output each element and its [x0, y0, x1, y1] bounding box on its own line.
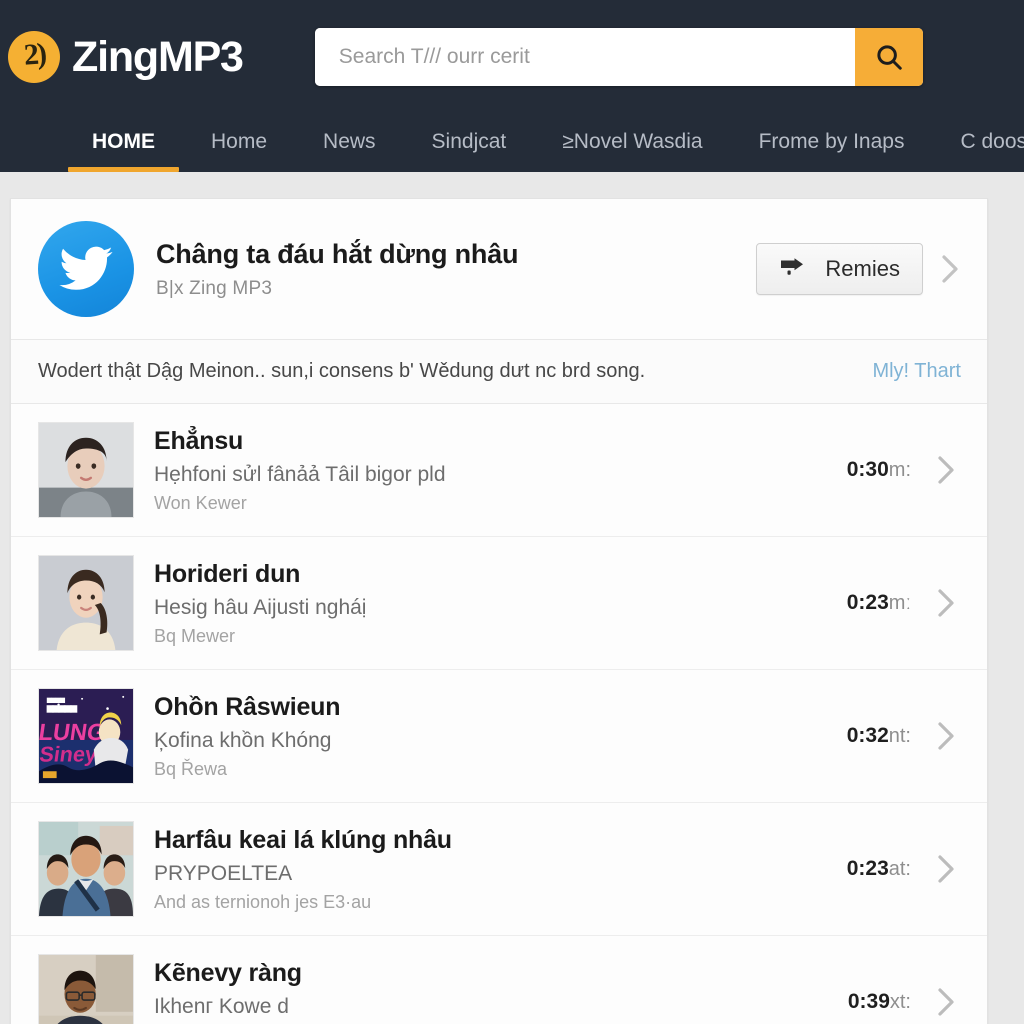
chevron-right-icon[interactable]	[933, 982, 959, 1022]
table-row[interactable]: Horideri dun Hesig hâu Aijusti ngháị Bq …	[11, 537, 987, 670]
nav-item-sindjcat[interactable]: Sindjcat	[404, 131, 535, 172]
track-thumbnail-photo-group	[38, 821, 134, 917]
table-row[interactable]: Harfâu keai lá klúng nhâu PRYPOELTEA And…	[11, 803, 987, 936]
chevron-right-icon[interactable]	[937, 249, 963, 289]
track-right: 0:23at:	[847, 849, 963, 889]
track-thumbnail-photo-woman-gray	[38, 422, 134, 518]
track-right: 0:23mː	[847, 583, 963, 623]
nav-item-frome-by-inaps[interactable]: Frome by Inaps	[731, 131, 933, 172]
track-title: Horideri dun	[154, 559, 301, 588]
table-row[interactable]: Kẽnevy ràng Ikhenг Kowe d Tésav Zţnemori…	[11, 936, 987, 1024]
site-header: 2) ZingMP3 HOME Home News Sindjcat ≥Nove…	[0, 0, 1024, 172]
main-navigation: HOME Home News Sindjcat ≥Novel Wasdia Fr…	[0, 114, 1024, 172]
track-text: Horideri dun Hesig hâu Aijusti ngháị Bq …	[154, 559, 827, 648]
track-duration-unit: xt:	[889, 991, 911, 1013]
table-row[interactable]: ▆▆▆▆ ▆▆▆▆▆ LUNG Siney Ohồn Râswieun Ķofi…	[11, 670, 987, 803]
brand-logo-glyph: 2)	[22, 37, 46, 72]
track-duration-unit: m:	[888, 459, 911, 481]
brand-name: ZingMP3	[72, 32, 244, 81]
table-row[interactable]: Ehẳnsu Hẹhfoni sửl fânảả Tâil bigor pld …	[11, 404, 987, 537]
nav-item-c-doos[interactable]: C doos	[932, 131, 1024, 172]
track-title: Harfâu keai lá klúng nhâu	[154, 825, 452, 854]
track-duration: 0:23at:	[846, 857, 911, 880]
nav-item-home-active[interactable]: HOME	[64, 131, 183, 172]
track-meta: Bq Řewa	[154, 758, 228, 779]
track-meta: And as ternionoh jes E3·au	[154, 891, 372, 912]
track-subtitle: Hesig hâu Aijusti ngháị	[154, 595, 367, 619]
track-duration: 0:39xt:	[847, 990, 911, 1013]
track-duration-unit: mː	[888, 592, 911, 614]
track-title: Ehẳnsu	[154, 426, 244, 455]
track-duration: 0:23mː	[846, 591, 911, 614]
track-text: Ehẳnsu Hẹhfoni sửl fânảả Tâil bigor pld …	[154, 426, 827, 515]
description-link[interactable]: Mly! Thart	[872, 360, 963, 383]
card-header: Châng ta đáu hắt dừng nhâu B|x Zing MP3 …	[11, 199, 987, 339]
track-right: 0:32nt:	[847, 716, 963, 756]
share-arrow-icon	[779, 257, 807, 281]
card-header-actions: Remies	[756, 243, 963, 295]
track-subtitle: Ikhenг Kowe d	[154, 994, 289, 1018]
chevron-right-icon[interactable]	[933, 583, 959, 623]
content-card: Châng ta đáu hắt dừng nhâu B|x Zing MP3 …	[10, 198, 988, 1024]
brand[interactable]: 2) ZingMP3	[8, 31, 244, 83]
chevron-right-icon[interactable]	[933, 716, 959, 756]
track-text: Kẽnevy ràng Ikhenг Kowe d Tésav Zţnemori…	[154, 958, 828, 1024]
track-meta: Bq Mewer	[154, 625, 236, 646]
nav-item-home[interactable]: Home	[183, 131, 295, 172]
search-button[interactable]	[854, 28, 923, 86]
track-right: 0:39xt:	[848, 982, 963, 1022]
track-subtitle: Hẹhfoni sửl fânảả Tâil bigor pld	[154, 462, 446, 486]
page-body: Châng ta đáu hắt dừng nhâu B|x Zing MP3 …	[0, 172, 1024, 1024]
track-meta: Won Kewer	[154, 492, 247, 513]
remies-button-label: Remies	[825, 256, 900, 281]
track-duration-unit: at:	[888, 858, 911, 880]
track-thumbnail-album-cover-neon: ▆▆▆▆ ▆▆▆▆▆ LUNG Siney	[38, 688, 134, 784]
remies-button[interactable]: Remies	[756, 243, 923, 295]
track-subtitle: Ķofina khồn Khóng	[154, 728, 332, 752]
page-subtitle: B|x Zing MP3	[156, 278, 273, 300]
card-header-text: Châng ta đáu hắt dừng nhâu B|x Zing MP3	[156, 238, 734, 301]
description-text: Wodert thật Dậg Meinon.. sun,i consens b…	[38, 360, 646, 382]
header-top-bar: 2) ZingMP3	[0, 0, 1024, 114]
track-text: Harfâu keai lá klúng nhâu PRYPOELTEA And…	[154, 825, 827, 914]
track-duration-unit: nt:	[888, 725, 911, 747]
track-thumbnail-photo-man	[38, 954, 134, 1024]
twitter-bird-icon	[38, 221, 134, 317]
nav-item-news[interactable]: News	[295, 131, 404, 172]
chevron-right-icon[interactable]	[933, 849, 959, 889]
description-strip: Wodert thật Dậg Meinon.. sun,i consens b…	[11, 339, 987, 404]
page-title: Châng ta đáu hắt dừng nhâu	[156, 238, 519, 269]
track-text: Ohồn Râswieun Ķofina khồn Khóng Bq Řewa	[154, 692, 827, 781]
track-duration: 0:32nt:	[846, 724, 911, 747]
track-thumbnail-photo-woman-cream	[38, 555, 134, 651]
chevron-right-icon[interactable]	[933, 450, 959, 490]
search-icon	[874, 42, 904, 72]
track-subtitle: PRYPOELTEA	[154, 861, 293, 885]
smiley-logo-icon: 2)	[8, 31, 60, 83]
search-bar	[314, 28, 923, 86]
search-input[interactable]	[314, 28, 855, 86]
track-duration: 0:30m:	[846, 458, 911, 481]
track-right: 0:30m:	[847, 450, 963, 490]
svg-text:▆▆▆▆▆: ▆▆▆▆▆	[46, 704, 78, 714]
track-title: Ohồn Râswieun	[154, 692, 341, 721]
svg-text:Siney: Siney	[39, 742, 99, 767]
track-title: Kẽnevy ràng	[154, 958, 302, 987]
nav-item-novel-wasdia[interactable]: ≥Novel Wasdia	[534, 131, 730, 172]
